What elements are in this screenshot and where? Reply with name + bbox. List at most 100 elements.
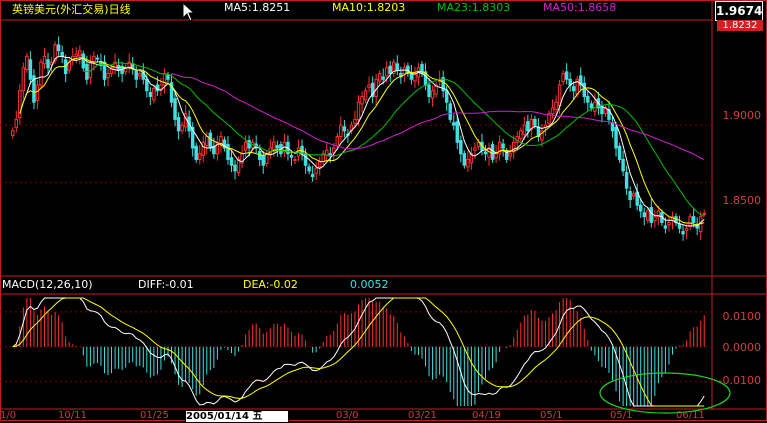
candle-body-28 <box>106 73 110 79</box>
candle-body-98 <box>353 118 357 124</box>
macd-tick-2: 0.0000 <box>722 341 762 354</box>
candle-body-140 <box>501 143 505 149</box>
date-label-5: 03/0 <box>336 410 359 421</box>
price-tag: 1.8232 <box>717 20 763 31</box>
candle-body-65 <box>236 158 241 174</box>
candle-body-47 <box>173 98 177 120</box>
candle-body-138 <box>494 153 498 159</box>
candle-body-45 <box>166 74 170 80</box>
candle-body-176 <box>628 191 632 201</box>
candle-body-137 <box>490 144 495 160</box>
candle-body-99 <box>356 101 361 120</box>
candle-body-80 <box>289 154 294 158</box>
candle-body-129 <box>462 153 467 166</box>
macd-tick-3: -0.0100 <box>718 374 761 387</box>
candle-body-9 <box>39 61 43 86</box>
candle-body-182 <box>649 207 654 223</box>
date-label-3: 01/25 <box>140 410 169 421</box>
candle-body-149 <box>533 118 537 126</box>
candle-body-180 <box>642 212 646 218</box>
candle-body-94 <box>339 124 343 138</box>
candle-body-106 <box>381 76 385 80</box>
candle-body-100 <box>360 95 364 105</box>
candle-body-54 <box>198 153 202 160</box>
candle-body-85 <box>307 166 311 172</box>
candle-body-179 <box>638 204 643 212</box>
candle-body-24 <box>92 55 96 63</box>
candle-body-72 <box>261 155 265 166</box>
date-label-2: 10/11 <box>58 410 87 421</box>
candle-body-187 <box>667 221 671 226</box>
candle-body-55 <box>201 141 206 156</box>
candle-body-40 <box>148 91 153 97</box>
candle-body-4 <box>21 67 26 92</box>
candle-body-197 <box>702 212 706 215</box>
candle-body-67 <box>243 141 248 151</box>
chart-window: 英镑美元(外汇交易)日线 MA5:1.8251 MA10:1.8203 MA23… <box>0 0 767 423</box>
candle-body-191 <box>681 231 685 235</box>
dea-label: DEA:-0.02 <box>243 278 298 291</box>
candle-body-41 <box>152 87 156 101</box>
candle-body-87 <box>314 168 318 174</box>
diff-label: DIFF:-0.01 <box>138 278 194 291</box>
candle-body-8 <box>35 84 40 101</box>
candle-body-39 <box>145 78 149 92</box>
candle-body-120 <box>430 90 435 99</box>
candle-body-101 <box>363 90 368 101</box>
candle-body-146 <box>522 124 527 135</box>
candle-body-155 <box>554 101 558 111</box>
candle-body-49 <box>180 124 184 132</box>
candle-body-21 <box>81 53 86 69</box>
selected-date-box[interactable]: 2005/01/14 五 <box>185 410 289 423</box>
candle-body-160 <box>571 86 576 92</box>
candle-body-157 <box>561 73 565 83</box>
candle-body-19 <box>74 53 79 57</box>
candle-body-56 <box>205 136 209 147</box>
chart-canvas <box>0 0 767 421</box>
candle-body-107 <box>384 67 389 77</box>
macd-value-label: 0.0052 <box>350 278 389 291</box>
candle-body-102 <box>367 84 371 88</box>
ma23-label: MA23:1.8303 <box>437 1 511 14</box>
candle-body-105 <box>377 73 382 82</box>
candle-body-108 <box>388 65 392 75</box>
candle-body-112 <box>402 67 407 75</box>
candle-body-25 <box>95 57 100 60</box>
date-label-9: 05/1 <box>610 410 633 421</box>
ma5-label: MA5:1.8251 <box>224 1 291 14</box>
candle-body-175 <box>624 172 629 189</box>
macd-tick-1: 0.0100 <box>722 310 762 323</box>
date-label-1: 1/0 <box>0 410 17 421</box>
candle-body-192 <box>684 227 689 231</box>
candle-body-145 <box>519 130 523 139</box>
price-tick-2: 1.8500 <box>722 194 762 207</box>
candle-body-95 <box>342 126 347 132</box>
candle-body-62 <box>226 144 230 160</box>
candle-body-126 <box>452 122 456 126</box>
candle-body-128 <box>459 140 463 155</box>
ma10-label: MA10:1.8203 <box>332 1 406 14</box>
candle-body-181 <box>646 210 650 221</box>
candle-body-53 <box>194 145 198 160</box>
candle-body-158 <box>564 71 569 80</box>
candle-body-165 <box>589 103 594 109</box>
candle-body-64 <box>233 164 237 172</box>
candle-body-190 <box>677 223 682 229</box>
candle-body-15 <box>60 51 64 57</box>
candle-body-93 <box>335 136 340 147</box>
candle-body-57 <box>208 132 213 149</box>
last-price-box: 1.9674 <box>715 1 763 21</box>
candle-body-164 <box>586 95 590 103</box>
candle-body-86 <box>310 173 315 178</box>
candle-body-3 <box>18 90 22 119</box>
candle-body-20 <box>78 50 82 57</box>
candle-body-76 <box>275 145 280 149</box>
candle-body-84 <box>303 153 308 166</box>
candle-body-81 <box>293 158 297 162</box>
candle-body-194 <box>691 216 696 223</box>
mouse-cursor-icon <box>182 2 196 22</box>
candle-body-177 <box>631 193 636 197</box>
candle-body-142 <box>508 153 512 157</box>
candle-body-1 <box>11 130 15 136</box>
ma10-line <box>19 57 705 226</box>
